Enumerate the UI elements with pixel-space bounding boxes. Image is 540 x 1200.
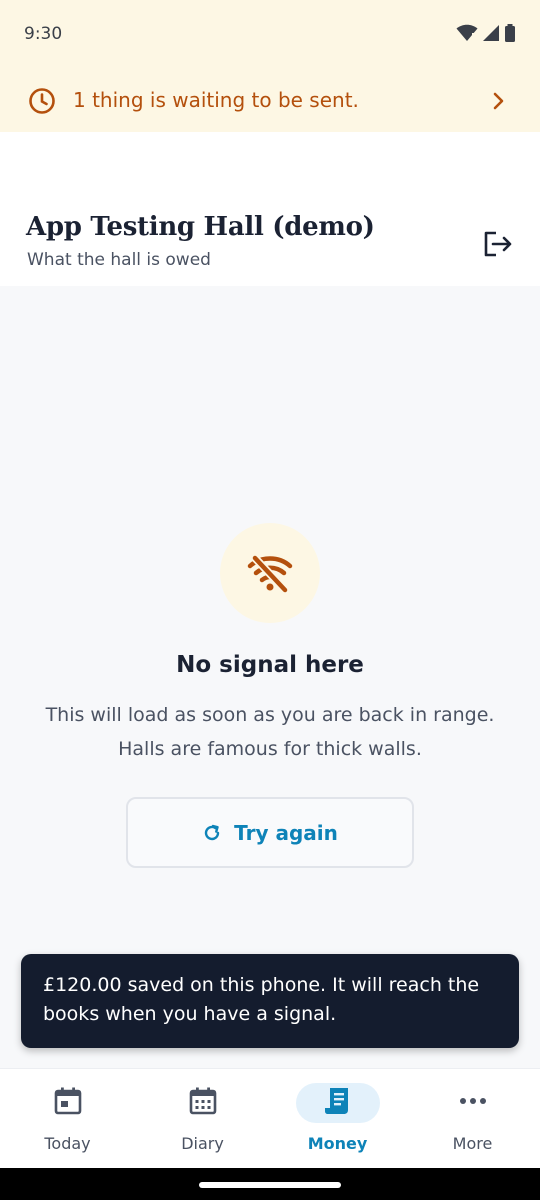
logout-icon[interactable] [482,228,514,260]
nav-item-money[interactable]: Money [270,1069,405,1169]
nav-item-diary[interactable]: Diary [135,1069,270,1169]
bottom-nav: Today Diary Money More [0,1068,540,1168]
pending-sync-banner[interactable]: 1 thing is waiting to be sent. [0,70,540,132]
signal-icon [483,25,499,41]
receipt-icon [322,1085,354,1117]
clock-icon [29,88,55,114]
empty-state-body: This will load as soon as you are back i… [45,704,495,760]
refresh-icon [204,824,220,840]
more-dots-icon [457,1085,489,1117]
home-gesture-bar[interactable] [199,1182,341,1188]
calendar-month-icon [187,1085,219,1117]
calendar-today-icon [52,1085,84,1117]
try-again-button[interactable]: Try again [126,797,414,868]
page-header: App Testing Hall (demo) What the hall is… [0,132,540,286]
hall-name: App Testing Hall (demo) [26,212,375,242]
status-time: 9:30 [24,24,63,44]
nav-label-today: Today [44,1134,91,1153]
status-bar: 9:30 [0,0,540,70]
nav-item-more[interactable]: More [405,1069,540,1169]
no-signal-badge [220,523,320,623]
battery-icon [505,24,515,42]
saved-offline-toast: £120.00 saved on this phone. It will rea… [21,954,519,1048]
try-again-label: Try again [234,820,338,845]
banner-text: 1 thing is waiting to be sent. [73,88,359,112]
system-gesture-area [0,1168,540,1200]
nav-item-today[interactable]: Today [0,1069,135,1169]
nav-label-diary: Diary [181,1134,224,1153]
toast-text: £120.00 saved on this phone. It will rea… [43,974,480,1025]
empty-state-title: No signal here [176,652,364,678]
page-subtitle: What the hall is owed [27,250,211,270]
chevron-right-icon [493,92,504,110]
nav-label-more: More [452,1134,493,1153]
nav-label-money: Money [307,1134,368,1153]
wifi-icon [456,24,478,41]
status-icons [456,24,516,42]
wifi-off-icon [247,554,293,594]
